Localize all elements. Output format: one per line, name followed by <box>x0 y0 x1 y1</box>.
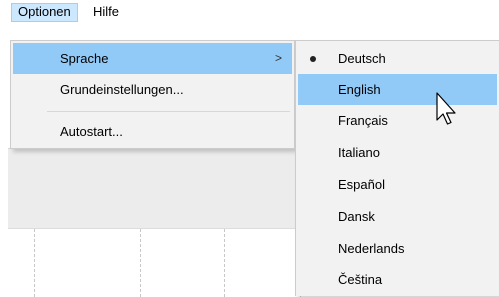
menu-separator <box>47 111 290 112</box>
language-label: Español <box>338 177 385 192</box>
radio-bullet-icon <box>310 56 316 62</box>
language-item-nederlands[interactable]: Nederlands <box>298 233 497 264</box>
menu-item-autostart[interactable]: Autostart... <box>13 116 292 147</box>
language-item-english[interactable]: English <box>298 74 497 105</box>
mouse-pointer-icon <box>436 92 456 125</box>
menu-item-sprache[interactable]: Sprache > <box>13 43 292 74</box>
language-item-cestina[interactable]: Čeština <box>298 264 497 295</box>
sprache-submenu: Deutsch English Français Italiano Españo… <box>295 40 499 296</box>
menu-optionen[interactable]: Optionen <box>11 3 78 22</box>
language-label: English <box>338 82 381 97</box>
menu-item-label: Autostart... <box>60 124 123 139</box>
language-label: Nederlands <box>338 241 405 256</box>
grid-line <box>34 229 35 297</box>
chevron-right-icon: > <box>274 51 282 65</box>
language-item-francais[interactable]: Français <box>298 105 497 136</box>
language-item-italiano[interactable]: Italiano <box>298 137 497 168</box>
language-label: Français <box>338 113 388 128</box>
menu-item-grundeinstellungen[interactable]: Grundeinstellungen... <box>13 74 292 105</box>
grid-line <box>140 229 141 297</box>
menu-item-label: Sprache <box>60 51 109 66</box>
optionen-menu: Sprache > Grundeinstellungen... Autostar… <box>10 40 295 149</box>
menu-hilfe[interactable]: Hilfe <box>87 3 125 22</box>
grid-line <box>224 229 225 297</box>
language-item-espanol[interactable]: Español <box>298 169 497 200</box>
language-label: Italiano <box>338 145 380 160</box>
language-item-deutsch[interactable]: Deutsch <box>298 43 497 74</box>
language-label: Deutsch <box>338 51 386 66</box>
language-label: Dansk <box>338 209 375 224</box>
language-item-dansk[interactable]: Dansk <box>298 201 497 232</box>
menu-bar: Optionen Hilfe <box>0 0 499 22</box>
language-label: Čeština <box>338 272 383 287</box>
menu-item-label: Grundeinstellungen... <box>60 82 184 97</box>
